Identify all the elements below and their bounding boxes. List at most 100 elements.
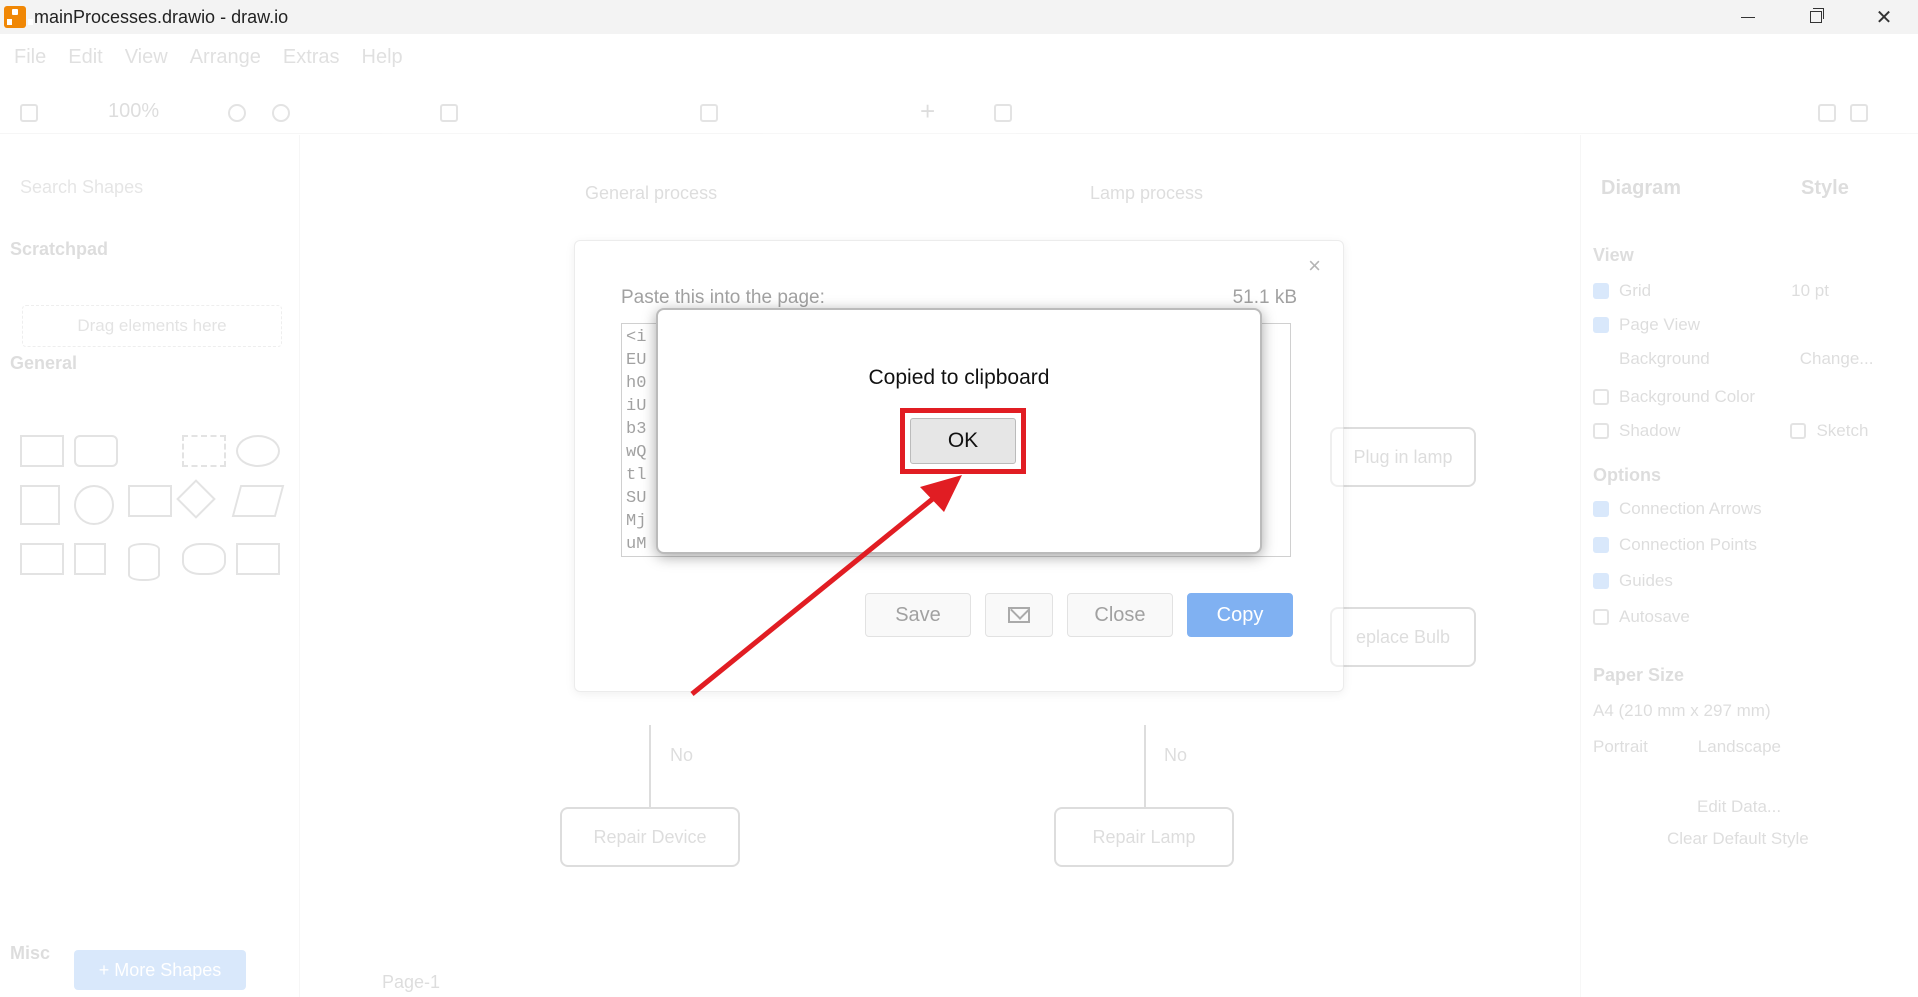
shape-textbox[interactable] — [182, 435, 226, 467]
export-dialog-buttons: Save Close Copy — [865, 593, 1293, 637]
drawio-logo-icon — [4, 6, 33, 28]
paper-size-select[interactable]: A4 (210 mm x 297 mm) — [1593, 701, 1771, 721]
dialog-close-icon[interactable]: × — [1308, 253, 1321, 279]
zoom-level[interactable]: 100% — [108, 100, 159, 123]
fullscreen-icon[interactable] — [1818, 104, 1836, 122]
shape-cloud[interactable] — [182, 543, 226, 575]
restore-icon — [1810, 8, 1824, 23]
grid-option[interactable]: Grid 10 pt — [1593, 281, 1829, 301]
page-tab[interactable]: Page-1 — [382, 972, 440, 993]
minimize-icon — [1741, 16, 1755, 18]
close-icon: ✕ — [1875, 6, 1893, 29]
grid-checkbox[interactable] — [1593, 283, 1609, 299]
page-view-option[interactable]: Page View — [1593, 315, 1700, 335]
edge-lamp-no — [1144, 725, 1146, 807]
window-title: mainProcesses.drawio - draw.io — [34, 6, 289, 27]
menu-arrange[interactable]: Arrange — [190, 46, 261, 69]
shape-square[interactable] — [20, 485, 60, 525]
close-window-button[interactable]: ✕ — [1850, 0, 1918, 34]
export-size-label: 51.1 kB — [1232, 287, 1297, 308]
menu-file[interactable]: File — [14, 46, 46, 69]
connection-arrows-checkbox[interactable] — [1593, 501, 1609, 517]
connection-points-option[interactable]: Connection Points — [1593, 535, 1757, 555]
format-toggle-icon[interactable] — [1850, 104, 1868, 122]
shape-triangle[interactable] — [74, 543, 106, 575]
scratchpad-header[interactable]: Scratchpad — [10, 239, 108, 260]
guides-option[interactable]: Guides — [1593, 571, 1673, 591]
shape-ellipse[interactable] — [236, 435, 280, 467]
landscape-radio[interactable]: Landscape — [1698, 737, 1781, 757]
connection-points-checkbox[interactable] — [1593, 537, 1609, 553]
edit-data-button[interactable]: Edit Data... — [1697, 797, 1781, 817]
node-replace-bulb[interactable]: eplace Bulb — [1330, 607, 1476, 667]
shape-parallelogram[interactable] — [231, 485, 285, 517]
menu-edit[interactable]: Edit — [68, 46, 102, 69]
close-button[interactable]: Close — [1067, 593, 1173, 637]
save-button[interactable]: Save — [865, 593, 971, 637]
delete-icon[interactable] — [440, 104, 458, 122]
paper-size-section-header: Paper Size — [1593, 665, 1685, 685]
shape-text[interactable] — [128, 435, 172, 467]
shadow-icon[interactable] — [700, 104, 718, 122]
format-tabs: Diagram Style — [1601, 177, 1849, 200]
shadow-checkbox[interactable] — [1593, 423, 1609, 439]
ok-button[interactable]: OK — [910, 418, 1016, 464]
copy-button[interactable]: Copy — [1187, 593, 1293, 637]
orientation-options: Portrait Landscape — [1593, 737, 1781, 757]
connection-arrows-option[interactable]: Connection Arrows — [1593, 499, 1762, 519]
shape-cylinder[interactable] — [128, 543, 160, 581]
background-row: Background Change... — [1593, 349, 1873, 369]
zoom-out-icon[interactable] — [272, 104, 290, 122]
shape-rounded-rectangle[interactable] — [74, 435, 118, 467]
table-icon[interactable] — [994, 104, 1012, 122]
menu-help[interactable]: Help — [362, 46, 403, 69]
background-color-option[interactable]: Background Color — [1593, 387, 1755, 407]
email-button[interactable] — [985, 593, 1053, 637]
mail-icon — [1008, 607, 1030, 623]
toolbar: 100% + — [0, 90, 1918, 134]
node-plug-in-lamp[interactable]: Plug in lamp — [1330, 427, 1476, 487]
general-header[interactable]: General — [10, 353, 77, 374]
shape-process[interactable] — [128, 485, 172, 517]
search-shapes-input[interactable]: Search Shapes — [20, 177, 143, 198]
portrait-radio[interactable]: Portrait — [1593, 737, 1648, 757]
shadow-option[interactable]: Shadow Sketch — [1593, 421, 1868, 441]
shape-document[interactable] — [236, 543, 280, 575]
options-section-header: Options — [1593, 465, 1661, 485]
shape-circle[interactable] — [74, 485, 114, 525]
tab-style[interactable]: Style — [1801, 177, 1849, 200]
general-shapes-grid — [20, 435, 290, 581]
background-button[interactable]: Background — [1619, 349, 1710, 369]
menu-view[interactable]: View — [125, 46, 168, 69]
minimize-button[interactable] — [1714, 0, 1782, 34]
shape-hexagon[interactable] — [20, 543, 64, 575]
edge-label-no: No — [1164, 745, 1188, 765]
shapes-sidebar: Search Shapes Scratchpad Drag elements h… — [0, 135, 300, 997]
sketch-checkbox[interactable] — [1790, 423, 1807, 439]
node-repair-lamp[interactable]: Repair Lamp — [1054, 807, 1234, 867]
alert-message: Copied to clipboard — [868, 366, 1050, 389]
autosave-checkbox[interactable] — [1593, 609, 1609, 625]
zoom-in-icon[interactable] — [228, 104, 246, 122]
lane-lamp-process: Lamp process — [1090, 183, 1204, 203]
menu-extras[interactable]: Extras — [283, 46, 340, 69]
scratchpad-drop-area[interactable]: Drag elements here — [22, 305, 282, 347]
menu-bar: File Edit View Arrange Extras Help — [14, 46, 403, 69]
misc-header[interactable]: Misc — [10, 943, 50, 964]
change-button[interactable]: Change... — [1800, 349, 1874, 369]
format-panel-icon[interactable] — [20, 104, 38, 122]
maximize-button[interactable] — [1782, 0, 1850, 34]
autosave-option[interactable]: Autosave — [1593, 607, 1690, 627]
page-view-checkbox[interactable] — [1593, 317, 1609, 333]
insert-icon[interactable]: + — [920, 98, 938, 124]
clear-default-style-button[interactable]: Clear Default Style — [1667, 829, 1809, 849]
guides-checkbox[interactable] — [1593, 573, 1609, 589]
more-shapes-button[interactable]: + More Shapes — [74, 950, 246, 990]
clipboard-alert-dialog: Copied to clipboard OK — [656, 308, 1262, 554]
background-color-checkbox[interactable] — [1593, 389, 1609, 405]
tab-diagram[interactable]: Diagram — [1601, 177, 1681, 200]
window-controls: ✕ — [1714, 0, 1918, 34]
node-repair-device[interactable]: Repair Device — [560, 807, 740, 867]
shape-rectangle[interactable] — [20, 435, 64, 467]
shape-diamond[interactable] — [176, 479, 216, 519]
